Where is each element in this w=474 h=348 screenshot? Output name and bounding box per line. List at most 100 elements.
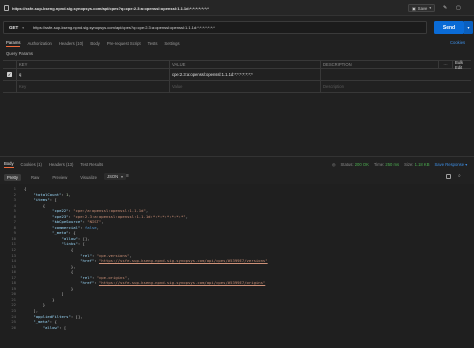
tab-params[interactable]: Params [6, 40, 21, 48]
code-token: : [ [49, 197, 57, 203]
pane-divider[interactable] [0, 156, 474, 157]
format-select[interactable]: JSON ▾ [104, 173, 126, 180]
new-value-input[interactable]: Value [170, 81, 321, 92]
code-token: { [70, 247, 74, 253]
param-key-input[interactable]: q [17, 69, 170, 80]
search-icon[interactable]: ⌕ [458, 173, 461, 179]
response-tab-cookies-1[interactable]: Cookies (1) [21, 162, 42, 167]
url-input[interactable]: https://ssfe-sup-kseng.npnd.sig.synopsys… [33, 25, 215, 30]
view-mode-bar: Pretty Raw Preview Visualize [4, 173, 105, 181]
response-tab-body[interactable]: Body [4, 161, 14, 169]
code-token: : { [49, 319, 57, 325]
query-params-heading: Query Params [6, 51, 33, 56]
code-token: "_meta" [33, 319, 50, 325]
param-enabled-checkbox[interactable]: ✓ [7, 72, 12, 77]
view-mode-visualize[interactable]: Visualize [77, 174, 100, 181]
response-tab-headers-13[interactable]: Headers (13) [49, 162, 73, 167]
view-mode-preview[interactable]: Preview [49, 174, 70, 181]
save-response-button[interactable]: Save Response ▾ [435, 162, 468, 167]
request-tab-title[interactable]: https://ssfe-sup-kseng.npnd.sig.synopsys… [12, 6, 209, 11]
url-bar: GET ▾ https://ssfe-sup-kseng.npnd.sig.sy… [3, 21, 427, 34]
code-token: "cpe23" [52, 213, 69, 219]
code-token: "appliedFilters" [33, 313, 71, 319]
save-icon: ▣ [412, 5, 416, 11]
code-token: , [185, 213, 188, 219]
code-token: : [], [70, 313, 83, 319]
response-meta: ◎ Status: 200 OK Time: 250 ms Size: 1.18… [332, 161, 467, 168]
tab-body[interactable]: Body [90, 41, 100, 46]
comment-icon[interactable]: ▢ [456, 5, 461, 11]
globe-icon[interactable]: ◎ [332, 162, 336, 167]
code-link[interactable]: "https://ssfe-sup-kseng.npnd.sig.synopsy… [99, 258, 268, 263]
column-header-value: VALUE [170, 61, 321, 68]
bulk-edit-link[interactable]: Bulk Edit [453, 60, 471, 70]
response-tab-test-results[interactable]: Test Results [80, 162, 103, 167]
more-options-icon[interactable]: ··· [439, 61, 453, 68]
cookies-link[interactable]: Cookies [450, 40, 465, 45]
param-value-input[interactable]: cpe:2.3:a:openssl:openssl:1.1.1d:*:*:*:*… [170, 69, 321, 80]
param-description-input[interactable] [321, 69, 471, 80]
new-key-input[interactable]: Key [17, 81, 170, 92]
chevron-down-icon: ▾ [429, 6, 432, 10]
code-token: "href" [80, 258, 95, 264]
tab-pre-request-script[interactable]: Pre-request Script [107, 41, 141, 46]
window-topbar: https://ssfe-sup-kseng.npnd.sig.synopsys… [0, 0, 474, 16]
copy-icon[interactable] [446, 174, 451, 179]
code-token: "commercial" [52, 224, 81, 230]
save-response-label: Save Response [434, 162, 465, 167]
code-token: , [145, 208, 149, 214]
code-token: : [], [77, 235, 90, 241]
method-select[interactable]: GET [9, 25, 18, 30]
row-check-cell: ✓ [3, 69, 17, 80]
save-button[interactable]: ▣ Save ▾ [408, 4, 436, 12]
time-text: Time: 250 ms [373, 162, 400, 167]
code-token: "cpe:/a:openssl:openssl:1.1.1d" [73, 208, 146, 214]
send-options-button[interactable]: ▾ [464, 21, 473, 34]
code-token: , [101, 219, 104, 225]
tab-settings[interactable]: Settings [164, 41, 179, 46]
edit-icon[interactable]: ✎ [443, 5, 447, 11]
code-token: "totalCount" [33, 191, 62, 197]
code-token: ] [61, 291, 64, 297]
tab-headers-10[interactable]: Headers (10) [59, 41, 83, 46]
column-header-key: KEY [17, 61, 170, 68]
code-token: "allow" [42, 324, 60, 330]
tab-tests[interactable]: Tests [148, 41, 158, 46]
chevron-down-icon: ▾ [467, 25, 470, 30]
line-number: 26 [11, 324, 16, 330]
table-row: ✓ q cpe:2.3:a:openssl:openssl:1.1.1d:*:*… [3, 69, 471, 81]
view-mode-raw[interactable]: Raw [28, 174, 42, 181]
code-token: "href" [80, 280, 95, 286]
code-link[interactable]: "https://ssfe-sup-kseng.npnd.sig.synopsy… [99, 280, 265, 285]
status-value: 200 OK [354, 162, 369, 167]
send-button[interactable]: Send [434, 21, 464, 34]
code-token: "_meta" [52, 230, 69, 236]
code-lines: 1{2 "totalCount": 1, 3 "items": [4 {5 "cp… [0, 184, 474, 330]
params-table-header: KEY VALUE DESCRIPTION ··· Bulk Edit [3, 60, 471, 70]
new-description-input[interactable]: Description [321, 81, 471, 92]
chevron-down-icon: ▾ [121, 174, 123, 179]
wrap-lines-icon[interactable]: ≡ [126, 173, 129, 179]
response-body[interactable]: 1{2 "totalCount": 1, 3 "items": [4 {5 "cp… [0, 184, 474, 348]
code-token: "cpe:2.3:a:openssl:openssl:1.1.1d:*:*:*:… [73, 213, 186, 219]
tab-authorization[interactable]: Authorization [27, 41, 51, 46]
view-mode-pretty[interactable]: Pretty [4, 173, 21, 181]
code-token: , [96, 224, 99, 230]
code-token: } [70, 285, 74, 291]
code-token: "rel" [80, 252, 92, 258]
code-token: : [ [77, 241, 85, 247]
